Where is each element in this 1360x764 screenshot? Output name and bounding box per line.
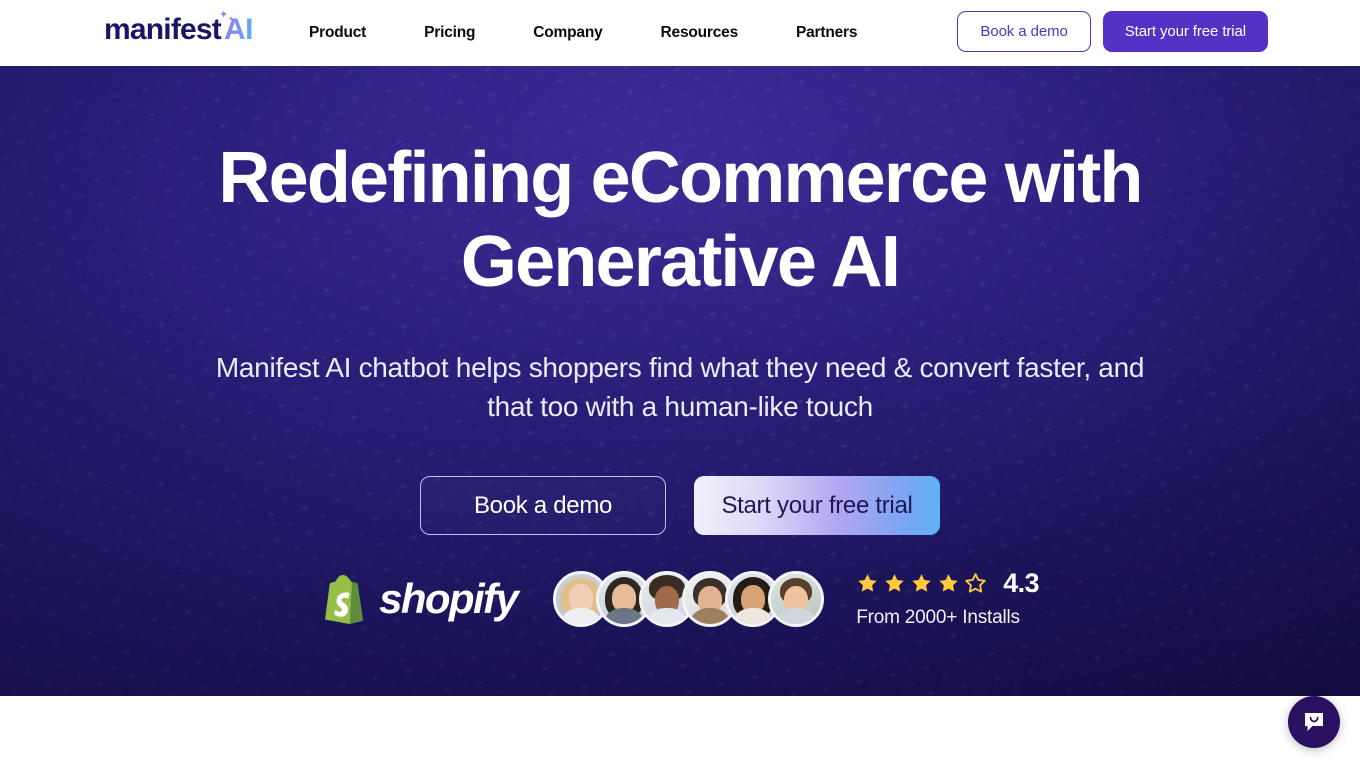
header-actions: Book a demo Start your free trial (957, 11, 1268, 52)
hero-subheadline: Manifest AI chatbot helps shoppers find … (200, 348, 1160, 426)
logo-ai-mark: ✦ ✦ AI (218, 9, 254, 47)
header-book-demo-button[interactable]: Book a demo (957, 11, 1091, 52)
hero-headline-line2: Generative AI (460, 222, 901, 302)
nav-item-product[interactable]: Product (309, 18, 366, 48)
hero-start-trial-button[interactable]: Start your free trial (694, 476, 940, 535)
hero-headline-line1: Redefining eCommerce with (218, 138, 1143, 218)
brand-logo[interactable]: manifest ✦ ✦ AI (104, 9, 254, 53)
nav-item-partners[interactable]: Partners (796, 18, 857, 48)
chat-launcher-button[interactable] (1288, 696, 1340, 748)
chat-smile-icon (1305, 713, 1323, 731)
hero-section: Redefining eCommerce with Generative AI … (0, 66, 1360, 696)
hero-cta-group: Book a demo Start your free trial (420, 476, 940, 535)
hero-headline: Redefining eCommerce with Generative AI (90, 136, 1270, 304)
header-start-trial-button[interactable]: Start your free trial (1102, 11, 1268, 52)
hero-book-demo-button[interactable]: Book a demo (420, 476, 666, 535)
logo-wordmark: manifest (104, 13, 222, 46)
hero-sub-line1: Manifest AI chatbot helps shoppers find … (215, 352, 1091, 383)
nav-item-pricing[interactable]: Pricing (424, 18, 475, 48)
page-body-below-hero (0, 696, 1360, 764)
main-navigation: Product Pricing Company Resources Partne… (309, 18, 858, 48)
nav-item-resources[interactable]: Resources (661, 18, 739, 48)
nav-item-company[interactable]: Company (533, 18, 602, 48)
site-header: manifest ✦ ✦ AI Product Pricing Company … (0, 0, 1360, 66)
